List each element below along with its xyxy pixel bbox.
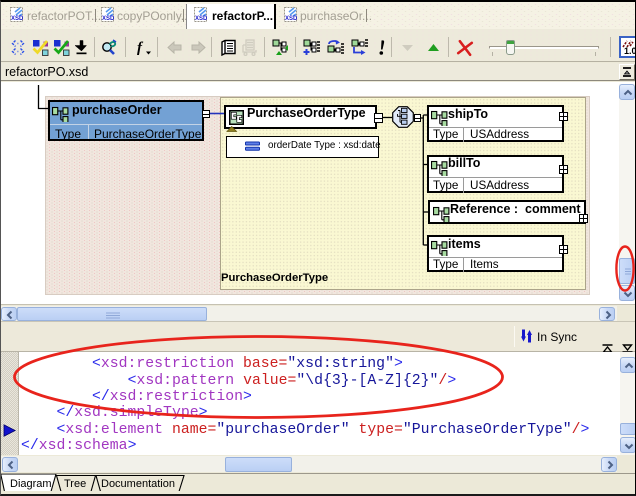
svg-text:XSD: XSD bbox=[285, 16, 297, 22]
svg-text:Tree: Tree bbox=[64, 478, 86, 490]
svg-text:Documentation: Documentation bbox=[101, 478, 175, 490]
svg-text:1.0: 1.0 bbox=[624, 46, 636, 56]
svg-text:XSD: XSD bbox=[102, 16, 114, 22]
svg-text:XSD: XSD bbox=[11, 16, 23, 22]
svg-text:f: f bbox=[137, 40, 144, 56]
svg-text:XSD: XSD bbox=[195, 16, 207, 22]
svg-text:Diagram: Diagram bbox=[10, 478, 52, 490]
